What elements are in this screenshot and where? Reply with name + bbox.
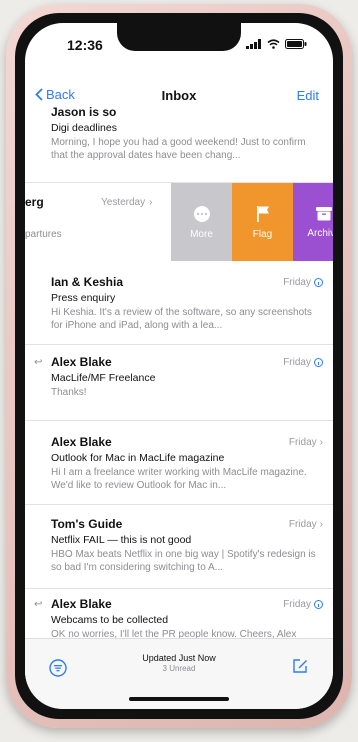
email-subject: Press enquiry bbox=[51, 292, 116, 304]
archive-action-button[interactable]: Archive bbox=[293, 183, 333, 261]
compose-icon[interactable] bbox=[291, 657, 309, 675]
home-indicator[interactable] bbox=[129, 697, 229, 701]
email-sender: Jason is so bbox=[51, 105, 117, 119]
unread-count: 3 Unread bbox=[162, 664, 196, 673]
wifi-icon bbox=[267, 39, 280, 49]
email-preview: HBO Max beats Netflix in one big way | S… bbox=[51, 549, 316, 573]
list-item[interactable]: ↩ Alex Blake Friday Webcams to be collec… bbox=[25, 589, 333, 640]
page-title: Inbox bbox=[161, 88, 197, 103]
swiped-email-row[interactable]: erg Yesterday › partures More Flag Archi… bbox=[25, 183, 333, 262]
email-sender: Tom's Guide bbox=[51, 517, 123, 531]
status-time: 12:36 bbox=[67, 37, 103, 53]
email-preview: partures bbox=[25, 229, 62, 240]
info-icon[interactable] bbox=[314, 358, 323, 367]
email-subject: Outlook for Mac in MacLife magazine bbox=[51, 452, 225, 464]
email-sender: Ian & Keshia bbox=[51, 275, 124, 289]
email-preview: Morning, I hope you had a good weekend! … bbox=[51, 137, 306, 161]
archive-icon bbox=[316, 206, 332, 220]
chevron-right-icon: › bbox=[319, 519, 323, 530]
more-icon bbox=[193, 205, 210, 222]
info-icon[interactable] bbox=[314, 278, 323, 287]
email-sender: Alex Blake bbox=[51, 355, 112, 369]
bottom-toolbar: Updated Just Now 3 Unread bbox=[25, 638, 333, 709]
flag-action-button[interactable]: Flag bbox=[232, 183, 293, 261]
more-label: More bbox=[190, 228, 213, 240]
email-date: Friday › bbox=[288, 437, 323, 448]
flag-label: Flag bbox=[252, 228, 273, 240]
notch bbox=[117, 23, 241, 51]
mail-screen: 12:36 Back Inbox Edit Jason is so Digi d… bbox=[25, 23, 333, 709]
archive-label: Archive bbox=[307, 227, 333, 239]
email-subject: Netflix FAIL — this is not good bbox=[51, 534, 192, 546]
flag-icon bbox=[256, 205, 269, 222]
email-preview: Hi Keshia. It's a review of the software… bbox=[51, 307, 312, 331]
email-sender: erg bbox=[25, 195, 44, 209]
email-subject: Webcams to be collected bbox=[51, 614, 169, 626]
battery-icon bbox=[285, 39, 307, 49]
list-item[interactable]: Ian & Keshia Friday Press enquiry Hi Kes… bbox=[25, 261, 333, 345]
email-subject: MacLife/MF Freelance bbox=[51, 372, 156, 384]
swiped-email-content[interactable]: erg Yesterday › partures bbox=[25, 183, 175, 261]
phone-frame: 12:36 Back Inbox Edit Jason is so Digi d… bbox=[6, 4, 352, 728]
email-date: Yesterday › bbox=[101, 197, 153, 208]
edit-button[interactable]: Edit bbox=[297, 88, 319, 103]
updated-status: Updated Just Now bbox=[142, 653, 216, 663]
list-item[interactable]: Jason is so Digi deadlines Morning, I ho… bbox=[25, 105, 333, 183]
replied-icon: ↩ bbox=[34, 599, 43, 610]
list-item[interactable]: Tom's Guide Friday › Netflix FAIL — this … bbox=[25, 505, 333, 589]
email-preview: Hi I am a freelance writer working with … bbox=[51, 467, 307, 491]
info-icon[interactable] bbox=[314, 600, 323, 609]
more-action-button[interactable]: More bbox=[171, 183, 232, 261]
email-date: Friday bbox=[283, 357, 323, 368]
status-icons bbox=[246, 39, 307, 49]
email-subject: Digi deadlines bbox=[51, 122, 117, 134]
chevron-right-icon: › bbox=[319, 437, 323, 448]
email-preview: Thanks! bbox=[51, 387, 87, 398]
email-date: Friday bbox=[283, 277, 323, 288]
signal-icon bbox=[246, 39, 261, 49]
list-item[interactable]: ↩ Alex Blake Friday MacLife/MF Freelance… bbox=[25, 345, 333, 421]
list-item[interactable]: Alex Blake Friday › Outlook for Mac in Ma… bbox=[25, 421, 333, 505]
email-date: Friday › bbox=[288, 519, 323, 530]
email-sender: Alex Blake bbox=[51, 435, 112, 449]
replied-icon: ↩ bbox=[34, 357, 43, 368]
email-date: Friday bbox=[283, 599, 323, 610]
email-sender: Alex Blake bbox=[51, 597, 112, 611]
